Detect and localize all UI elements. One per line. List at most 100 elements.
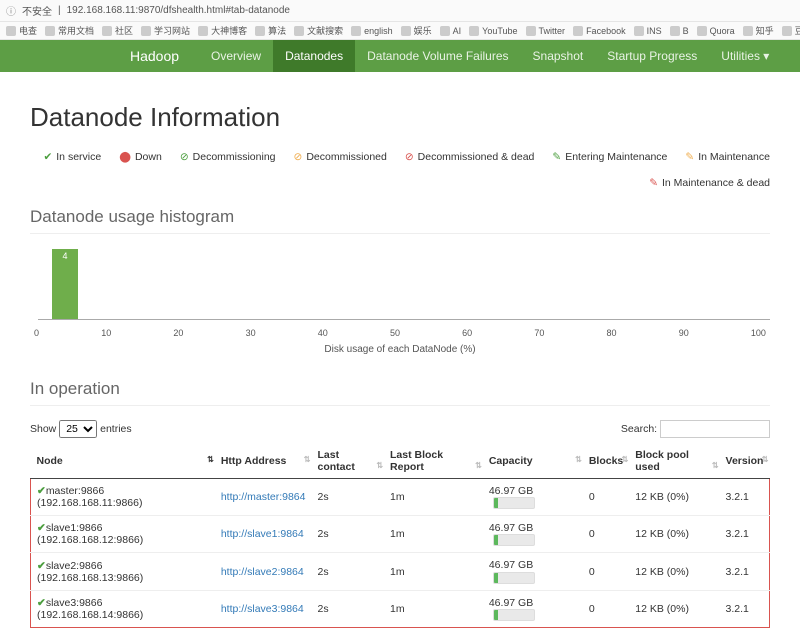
x-tick: 10 bbox=[101, 328, 111, 338]
sort-icon[interactable]: ⇅ bbox=[207, 455, 213, 464]
col-blocks[interactable]: Blocks⇅ bbox=[583, 444, 629, 479]
last-contact: 2s bbox=[311, 553, 384, 590]
bookmark-item[interactable]: english bbox=[351, 26, 393, 36]
sort-icon[interactable]: ⇅ bbox=[475, 461, 481, 470]
last-contact: 2s bbox=[311, 479, 384, 516]
x-tick: 70 bbox=[534, 328, 544, 338]
page-title: Datanode Information bbox=[30, 102, 770, 133]
node-name: slave2:9866 (192.168.168.13:9866) bbox=[37, 560, 143, 584]
col-node[interactable]: Node⇅ bbox=[31, 444, 215, 479]
in-operation-heading: In operation bbox=[30, 379, 770, 406]
bookmark-item[interactable]: YouTube bbox=[469, 26, 517, 36]
table-controls: Show 25 entries Search: bbox=[30, 420, 770, 438]
block-pool-used: 12 KB (0%) bbox=[629, 479, 719, 516]
legend-label: Decommissioned bbox=[306, 151, 387, 163]
capacity-text: 46.97 GB bbox=[489, 522, 533, 534]
legend-icon: ✎ bbox=[552, 151, 561, 163]
check-icon: ✔ bbox=[37, 597, 46, 609]
bookmark-item[interactable]: Facebook bbox=[573, 26, 626, 36]
top-nav: Hadoop OverviewDatanodesDatanode Volume … bbox=[0, 40, 800, 72]
bookmark-item[interactable]: 社区 bbox=[102, 24, 133, 37]
http-link[interactable]: http://slave1:9864 bbox=[221, 528, 304, 540]
x-tick: 100 bbox=[751, 328, 766, 338]
nav-item-overview[interactable]: Overview bbox=[199, 40, 273, 72]
col-block-pool-used[interactable]: Block pool used⇅ bbox=[629, 444, 719, 479]
bookmark-item[interactable]: B bbox=[670, 26, 689, 36]
http-link[interactable]: http://slave2:9864 bbox=[221, 566, 304, 578]
legend-label: Decommissioned & dead bbox=[418, 151, 535, 163]
version: 3.2.1 bbox=[720, 553, 770, 590]
node-name: slave3:9866 (192.168.168.14:9866) bbox=[37, 597, 143, 621]
legend-item: ⊘Decommissioning bbox=[180, 151, 276, 163]
col-version[interactable]: Version⇅ bbox=[720, 444, 770, 479]
x-tick: 90 bbox=[679, 328, 689, 338]
sort-icon[interactable]: ⇅ bbox=[712, 461, 718, 470]
legend-label: Entering Maintenance bbox=[565, 151, 667, 163]
sort-icon[interactable]: ⇅ bbox=[376, 461, 382, 470]
entries-select[interactable]: 25 bbox=[59, 420, 97, 438]
nav-item-startup-progress[interactable]: Startup Progress bbox=[595, 40, 709, 72]
bookmark-item[interactable]: 娱乐 bbox=[401, 24, 432, 37]
legend-item: ✎ Entering Maintenance bbox=[552, 151, 667, 163]
brand[interactable]: Hadoop bbox=[130, 48, 179, 64]
legend-label: In service bbox=[56, 151, 101, 163]
http-link[interactable]: http://master:9864 bbox=[221, 491, 306, 503]
bookmark-item[interactable]: 大神博客 bbox=[198, 24, 247, 37]
legend-label: In Maintenance bbox=[698, 151, 770, 163]
table-row: ✔slave2:9866 (192.168.168.13:9866) http:/… bbox=[31, 553, 770, 590]
legend-item: ⬤ Down bbox=[119, 151, 162, 163]
blocks: 0 bbox=[583, 479, 629, 516]
sort-icon[interactable]: ⇅ bbox=[575, 455, 581, 464]
capacity-bar bbox=[493, 572, 535, 584]
x-tick: 40 bbox=[318, 328, 328, 338]
http-link[interactable]: http://slave3:9864 bbox=[221, 603, 304, 615]
bookmark-item[interactable]: AI bbox=[440, 26, 462, 36]
bookmark-item[interactable]: 知乎 bbox=[743, 24, 774, 37]
chart-x-labels: 0102030405060708090100 bbox=[30, 328, 770, 338]
legend-icon: ⬤ bbox=[119, 151, 131, 163]
x-tick: 0 bbox=[34, 328, 39, 338]
col-capacity[interactable]: Capacity⇅ bbox=[483, 444, 583, 479]
sort-icon[interactable]: ⇅ bbox=[622, 455, 628, 464]
last-block-report: 1m bbox=[384, 516, 483, 553]
bookmark-item[interactable]: 算法 bbox=[255, 24, 286, 37]
nav-item-datanode-volume-failures[interactable]: Datanode Volume Failures bbox=[355, 40, 520, 72]
table-row: ✔slave3:9866 (192.168.168.14:9866) http:/… bbox=[31, 590, 770, 627]
bookmark-item[interactable]: 豆瓣 bbox=[782, 24, 800, 37]
x-tick: 60 bbox=[462, 328, 472, 338]
col-last-contact[interactable]: Last contact⇅ bbox=[311, 444, 384, 479]
nav-item-utilities[interactable]: Utilities ▾ bbox=[709, 40, 781, 72]
legend-label: Decommissioning bbox=[193, 151, 276, 163]
bookmark-bar: 电查常用文档社区学习网站大神博客算法文献搜索 english 娱乐 AI YouTube… bbox=[0, 22, 800, 40]
bookmark-item[interactable]: Quora bbox=[697, 26, 735, 36]
capacity-bar bbox=[493, 497, 535, 509]
chart-x-axis bbox=[38, 319, 770, 320]
legend-label: Down bbox=[135, 151, 162, 163]
nav-item-datanodes[interactable]: Datanodes bbox=[273, 40, 355, 72]
bookmark-item[interactable]: 学习网站 bbox=[141, 24, 190, 37]
bookmark-item[interactable]: INS bbox=[634, 26, 662, 36]
col-http-address[interactable]: Http Address⇅ bbox=[215, 444, 312, 479]
capacity-text: 46.97 GB bbox=[489, 559, 533, 571]
url-text[interactable]: 192.168.168.11:9870/dfshealth.html#tab-d… bbox=[67, 5, 794, 16]
sort-icon[interactable]: ⇅ bbox=[762, 455, 768, 464]
show-label-post: entries bbox=[100, 423, 132, 435]
version: 3.2.1 bbox=[720, 590, 770, 627]
bookmark-item[interactable]: 文献搜索 bbox=[294, 24, 343, 37]
bookmark-item[interactable]: 电查 bbox=[6, 24, 37, 37]
bookmark-item[interactable]: 常用文档 bbox=[45, 24, 94, 37]
last-block-report: 1m bbox=[384, 479, 483, 516]
browser-url-bar: ⓘ 不安全 | 192.168.168.11:9870/dfshealth.ht… bbox=[0, 0, 800, 22]
check-icon: ✔ bbox=[37, 560, 46, 572]
nav-item-snapshot[interactable]: Snapshot bbox=[521, 40, 596, 72]
search-input[interactable] bbox=[660, 420, 770, 438]
table-row: ✔slave1:9866 (192.168.168.12:9866)http:/… bbox=[31, 516, 770, 553]
bookmark-item[interactable]: Twitter bbox=[526, 26, 566, 36]
datanode-table: Node⇅Http Address⇅Last contact⇅Last Bloc… bbox=[30, 444, 770, 628]
x-tick: 30 bbox=[246, 328, 256, 338]
col-last-block-report[interactable]: Last Block Report⇅ bbox=[384, 444, 483, 479]
sort-icon[interactable]: ⇅ bbox=[304, 455, 310, 464]
legend-icon: ✎ bbox=[649, 177, 658, 189]
last-block-report: 1m bbox=[384, 590, 483, 627]
capacity-text: 46.97 GB bbox=[489, 597, 533, 609]
